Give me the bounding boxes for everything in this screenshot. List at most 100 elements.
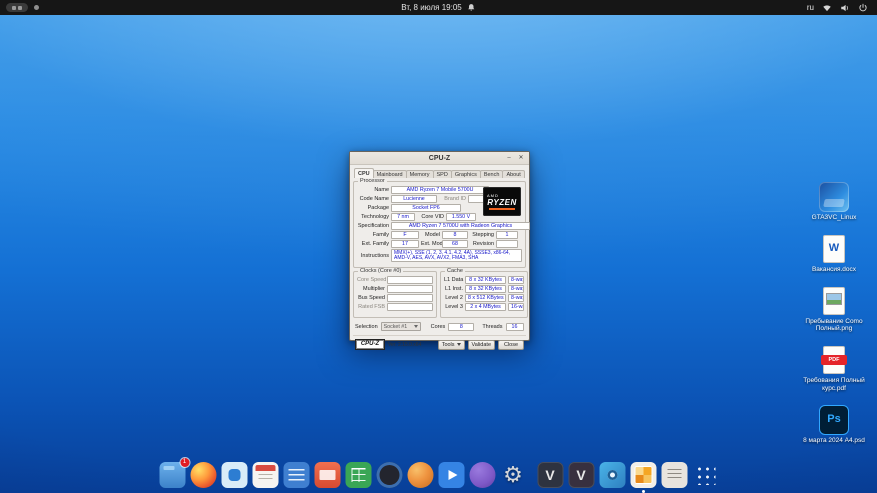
dock-spreadsheet-icon[interactable]: [345, 462, 371, 488]
threads-label: Threads: [482, 324, 502, 330]
word-document-icon: W: [819, 234, 849, 264]
technology-value: 7 nm: [391, 213, 415, 221]
desktop-icon-label: Пребывание Como Полный.png: [797, 318, 871, 334]
package-value: Socket FP6: [391, 204, 461, 212]
desktop-screen: Вт, 8 июля 19:05 ru GTA3VC_Linux W Вакан…: [0, 0, 877, 493]
family-label: Family: [357, 232, 389, 238]
dock-game-v1-icon[interactable]: [537, 462, 563, 488]
version-text: Ver. 2.15.0.x64: [388, 342, 421, 348]
top-bar: Вт, 8 июля 19:05 ru: [0, 0, 877, 15]
bus-speed-label: Bus Speed: [357, 295, 385, 301]
instructions-label: Instructions: [357, 253, 389, 259]
dock-calendar-icon[interactable]: [252, 462, 278, 488]
level3-size: 2 x 4 MBytes: [465, 303, 506, 311]
desktop-icon-gta3vc-linux[interactable]: GTA3VC_Linux: [796, 182, 872, 222]
topbar-left: [0, 3, 39, 12]
window-titlebar[interactable]: CPU-Z: [350, 152, 529, 165]
clocks-section: Clocks (Core #0) Core Speed Multiplier B…: [353, 271, 437, 318]
instructions-value: MMX(+), SSE (1, 2, 3, 4.1, 4.2, 4A), SSS…: [391, 249, 522, 262]
dock-firefox-icon[interactable]: [190, 462, 216, 488]
code-name-label: Code Name: [357, 196, 389, 202]
image-file-icon: [819, 286, 849, 316]
cpu-name-value: AMD Ryzen 7 Mobile 5700U: [391, 186, 489, 194]
processor-section: Processor AMD RYZEN Name AMD Ryzen 7 Mob…: [353, 181, 526, 268]
amd-ryzen-logo: AMD RYZEN: [483, 187, 521, 216]
l1-data-label: L1 Data: [444, 277, 463, 283]
tab-memory[interactable]: Memory: [406, 170, 434, 178]
dock-files-icon[interactable]: 1: [159, 462, 185, 488]
tab-strip: CPU Mainboard Memory SPD Graphics Bench …: [354, 168, 526, 178]
tab-cpu[interactable]: CPU: [354, 168, 374, 178]
validate-button[interactable]: Validate: [468, 340, 495, 350]
pdf-file-icon: PDF: [819, 345, 849, 375]
dock-software-store-icon[interactable]: [221, 462, 247, 488]
desktop-icon-vakansiya-docx[interactable]: W Вакансия.docx: [796, 234, 872, 274]
brand-id-label: Brand ID: [439, 196, 466, 202]
cores-value: 8: [448, 323, 474, 331]
tab-graphics[interactable]: Graphics: [451, 170, 481, 178]
tab-spd[interactable]: SPD: [433, 170, 452, 178]
photoshop-file-icon: Ps: [819, 405, 849, 435]
multiplier-value: [387, 285, 433, 293]
l1-inst-size: 8 x 32 KBytes: [465, 285, 506, 293]
selection-dropdown[interactable]: Socket #1: [381, 322, 421, 331]
desktop-icon-psd[interactable]: Ps 8 марта 2024 А4.psd: [796, 405, 872, 445]
keyboard-layout[interactable]: ru: [807, 3, 814, 12]
dock-photos-icon[interactable]: [407, 462, 433, 488]
dock-music-player-icon[interactable]: [376, 462, 402, 488]
tools-button[interactable]: Tools: [438, 340, 465, 350]
desktop-icon-label: GTA3VC_Linux: [812, 214, 857, 222]
selection-row: Selection Socket #1 Cores 8 Threads 16: [353, 320, 526, 333]
close-button[interactable]: Close: [498, 340, 524, 350]
power-icon[interactable]: [858, 3, 868, 13]
code-name-value: Lucienne: [391, 195, 437, 203]
level3-ways: 16-way: [508, 303, 524, 311]
core-vid-label: Core VID: [417, 214, 444, 220]
desktop-icon-trebovaniya-pdf[interactable]: PDF Требования Полный курс.pdf: [796, 345, 872, 393]
chevron-down-icon: [457, 343, 461, 346]
close-window-button[interactable]: [516, 154, 526, 163]
clock-area[interactable]: Вт, 8 июля 19:05: [401, 3, 476, 12]
l1-inst-ways: 8-way: [508, 285, 524, 293]
tab-about[interactable]: About: [502, 170, 524, 178]
tab-bench[interactable]: Bench: [480, 170, 504, 178]
network-icon[interactable]: [822, 3, 832, 13]
package-label: Package: [357, 205, 389, 211]
name-label: Name: [357, 187, 389, 193]
dock-screenshot-tool-icon[interactable]: [599, 462, 625, 488]
desktop-icon-como-image[interactable]: Пребывание Como Полный.png: [796, 286, 872, 334]
ext-model-value: 68: [442, 240, 468, 248]
clocks-section-label: Clocks (Core #0): [358, 269, 403, 274]
revision-value: [496, 240, 518, 248]
dock-cpu-z-icon[interactable]: [630, 462, 656, 488]
cache-section: Cache L1 Data 8 x 32 KBytes 8-way L1 Ins…: [440, 271, 528, 318]
dock-game-v2-icon[interactable]: [568, 462, 594, 488]
dock-video-player-icon[interactable]: [438, 462, 464, 488]
dock-settings-gear-icon[interactable]: [500, 462, 526, 488]
system-tray: ru: [807, 3, 877, 13]
level2-label: Level 2: [444, 295, 463, 301]
core-vid-value: 1.550 V: [446, 213, 476, 221]
volume-icon[interactable]: [840, 3, 850, 13]
tab-mainboard[interactable]: Mainboard: [373, 170, 407, 178]
l1-inst-label: L1 Inst.: [444, 286, 463, 292]
level2-ways: 8-way: [508, 294, 524, 302]
ext-family-value: 17: [391, 240, 419, 248]
core-speed-label: Core Speed: [357, 277, 385, 283]
dock-text-editor-icon[interactable]: [283, 462, 309, 488]
chevron-down-icon: [414, 325, 418, 328]
rated-fsb-label: Rated FSB: [357, 304, 385, 310]
bus-speed-value: [387, 294, 433, 302]
dock-mail-icon[interactable]: [314, 462, 340, 488]
family-value: F: [391, 231, 419, 239]
dock: 1: [159, 462, 718, 488]
minimize-button[interactable]: [504, 154, 514, 163]
revision-label: Revision: [470, 241, 494, 247]
dock-app-grid-icon[interactable]: [692, 462, 718, 488]
gta3vc-app-icon: [819, 182, 849, 212]
files-badge: 1: [180, 458, 189, 467]
dock-messenger-icon[interactable]: [469, 462, 495, 488]
dock-archive-manager-icon[interactable]: [661, 462, 687, 488]
window-list-indicator[interactable]: [6, 3, 28, 12]
desktop-icon-label: 8 марта 2024 А4.psd: [803, 437, 865, 445]
